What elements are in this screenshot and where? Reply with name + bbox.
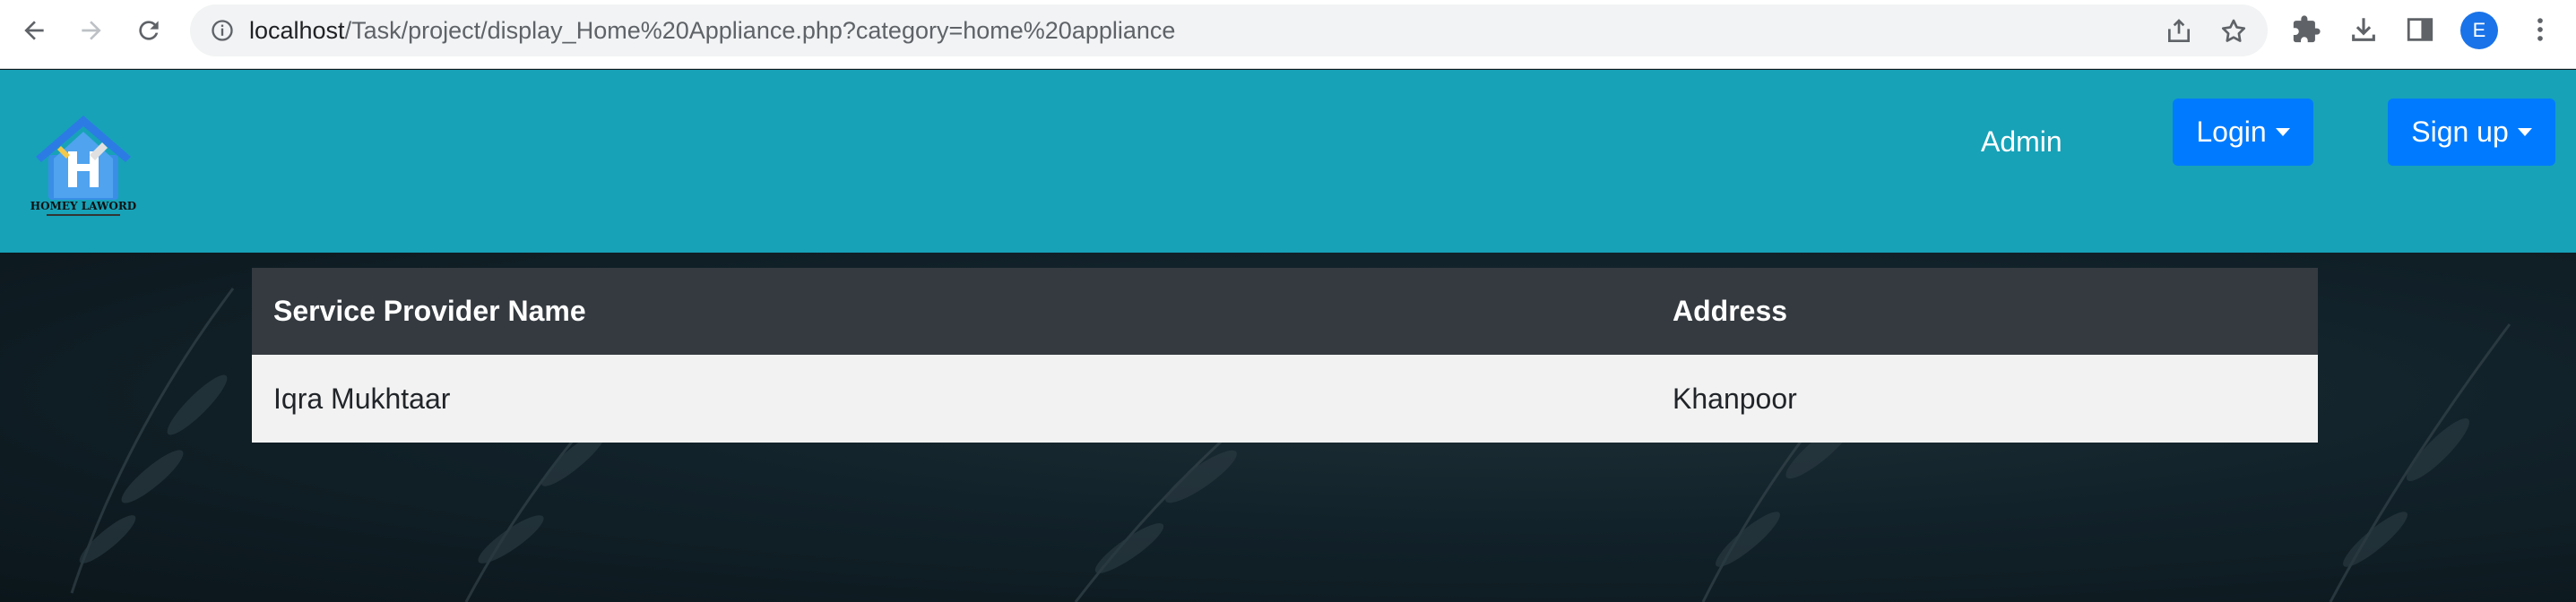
- profile-avatar[interactable]: E: [2460, 12, 2498, 49]
- star-icon[interactable]: [2219, 17, 2248, 46]
- menu-icon[interactable]: [2525, 14, 2555, 45]
- signup-label: Sign up: [2411, 116, 2509, 148]
- logo-text: HOMEY LAWORD: [30, 200, 136, 212]
- column-header-address: Address: [1673, 295, 1788, 327]
- sidepanel-icon[interactable]: [2405, 14, 2435, 45]
- url-text[interactable]: localhost/Task/project/display_Home%20Ap…: [249, 4, 1175, 56]
- url-host: localhost: [249, 17, 345, 44]
- provider-name-cell: Iqra Mukhtaar: [273, 383, 451, 415]
- site-navbar: HOMEY LAWORD Admin Login Sign up: [0, 70, 2576, 253]
- column-header-name: Service Provider Name: [273, 295, 586, 327]
- caret-down-icon: [2275, 128, 2290, 136]
- address-bar[interactable]: localhost/Task/project/display_Home%20Ap…: [190, 4, 2268, 56]
- share-icon[interactable]: [2165, 17, 2193, 46]
- extensions-icon[interactable]: [2291, 14, 2321, 45]
- provider-address-cell: Khanpoor: [1673, 383, 1797, 415]
- forward-icon[interactable]: [75, 14, 108, 47]
- login-label: Login: [2196, 116, 2267, 148]
- back-icon[interactable]: [18, 14, 50, 47]
- download-icon[interactable]: [2348, 14, 2379, 45]
- reload-icon[interactable]: [133, 14, 165, 47]
- table-row: Iqra Mukhtaar Khanpoor: [252, 355, 2318, 443]
- info-icon[interactable]: [210, 18, 235, 43]
- signup-dropdown-button[interactable]: Sign up: [2388, 99, 2555, 166]
- table-header-row: Service Provider Name Address: [252, 268, 2318, 355]
- browser-toolbar: localhost/Task/project/display_Home%20Ap…: [0, 0, 2576, 69]
- caret-down-icon: [2517, 128, 2532, 136]
- service-provider-table: Service Provider Name Address Iqra Mukht…: [252, 268, 2318, 443]
- login-dropdown-button[interactable]: Login: [2173, 99, 2313, 166]
- url-path: /Task/project/display_Home%20Appliance.p…: [344, 17, 1176, 44]
- nav-admin-link[interactable]: Admin: [1981, 122, 2062, 161]
- site-logo[interactable]: HOMEY LAWORD: [27, 110, 140, 223]
